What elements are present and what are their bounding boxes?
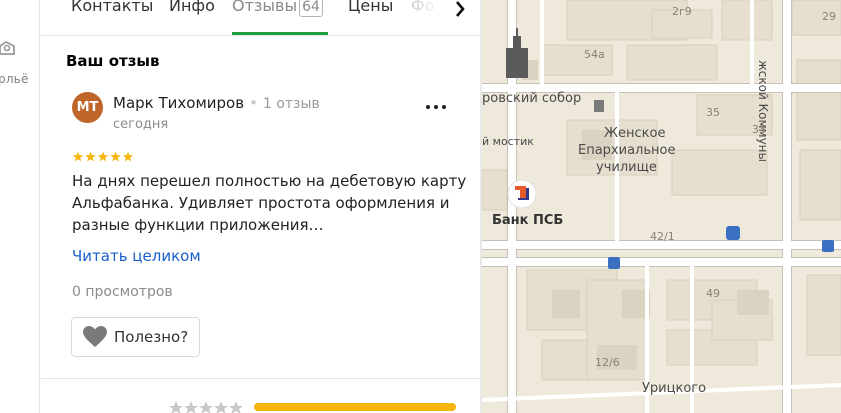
section-title: Ваш отзыв	[66, 52, 160, 70]
house-number: 2г9	[672, 5, 692, 18]
map-label-bridge[interactable]: й мостик	[482, 135, 534, 148]
map-canvas	[482, 0, 841, 413]
rating-progress-bar	[254, 403, 456, 411]
heart-icon	[83, 326, 107, 347]
left-rail: рльё	[0, 0, 40, 413]
house-number: 42/1	[650, 230, 675, 243]
tab-prices[interactable]: Цены	[348, 0, 393, 15]
place-card-panel: Контакты Инфо Отзывы64 Цены Фо Ваш отзыв…	[41, 0, 481, 413]
star-icon	[122, 151, 134, 162]
house-number: 49	[706, 287, 720, 300]
map[interactable]: ровский собор й мостик Женское Епархиаль…	[482, 0, 841, 413]
rating-filter-stars[interactable]	[169, 401, 245, 413]
map-label-school-3[interactable]: училище	[596, 160, 657, 175]
avatar[interactable]: МТ	[72, 92, 103, 123]
views-count: 0 просмотров	[72, 284, 173, 300]
tab-reviews-label: Отзывы	[232, 0, 298, 15]
chevron-right-icon[interactable]	[448, 0, 472, 22]
map-label-school-1[interactable]: Женское	[604, 126, 665, 141]
house-number: 29	[822, 10, 836, 23]
map-label-school-2[interactable]: Епархиальное	[578, 143, 675, 158]
review-text: На днях перешел полностью на дебетовую к…	[72, 172, 467, 234]
star-icon	[110, 151, 121, 162]
tab-reviews[interactable]: Отзывы 64	[232, 0, 323, 17]
tab-fade	[401, 0, 451, 30]
star-icon	[85, 151, 96, 162]
map-label-cathedral[interactable]: ровский собор	[482, 91, 581, 106]
rating-stars	[72, 151, 134, 162]
house-number: 12/6	[595, 356, 620, 369]
helpful-button[interactable]: Полезно?	[71, 317, 200, 357]
gallery-icon[interactable]	[0, 34, 16, 56]
house-number: 33	[752, 123, 766, 136]
tab-contacts[interactable]: Контакты	[71, 0, 153, 15]
tab-bar: Контакты Инфо Отзывы64 Цены Фо	[41, 0, 481, 36]
star-icon	[97, 151, 109, 162]
helpful-label: Полезно?	[114, 328, 189, 346]
review-date: сегодня	[113, 117, 169, 132]
separator-dot: •	[249, 94, 258, 112]
map-label-bank[interactable]: Банк ПСБ	[492, 213, 563, 228]
more-options-icon[interactable]	[424, 97, 448, 117]
read-more-link[interactable]: Читать целиком	[72, 247, 201, 265]
active-tab-indicator	[232, 32, 328, 35]
rail-label[interactable]: рльё	[0, 72, 29, 86]
author-name[interactable]: Марк Тихомиров	[113, 94, 244, 112]
house-number: 35	[706, 106, 720, 119]
house-number: 54а	[584, 48, 605, 61]
divider	[41, 378, 481, 379]
map-label-street-uritskogo: Урицкого	[642, 381, 707, 396]
map-label-street-kommuny: жской Коммуны	[756, 60, 770, 162]
tab-info[interactable]: Инфо	[169, 0, 215, 15]
author-line: Марк Тихомиров • 1 отзыв	[113, 94, 320, 112]
star-icon	[72, 151, 84, 162]
tab-reviews-count: 64	[299, 0, 323, 17]
author-review-count: 1 отзыв	[262, 96, 320, 112]
